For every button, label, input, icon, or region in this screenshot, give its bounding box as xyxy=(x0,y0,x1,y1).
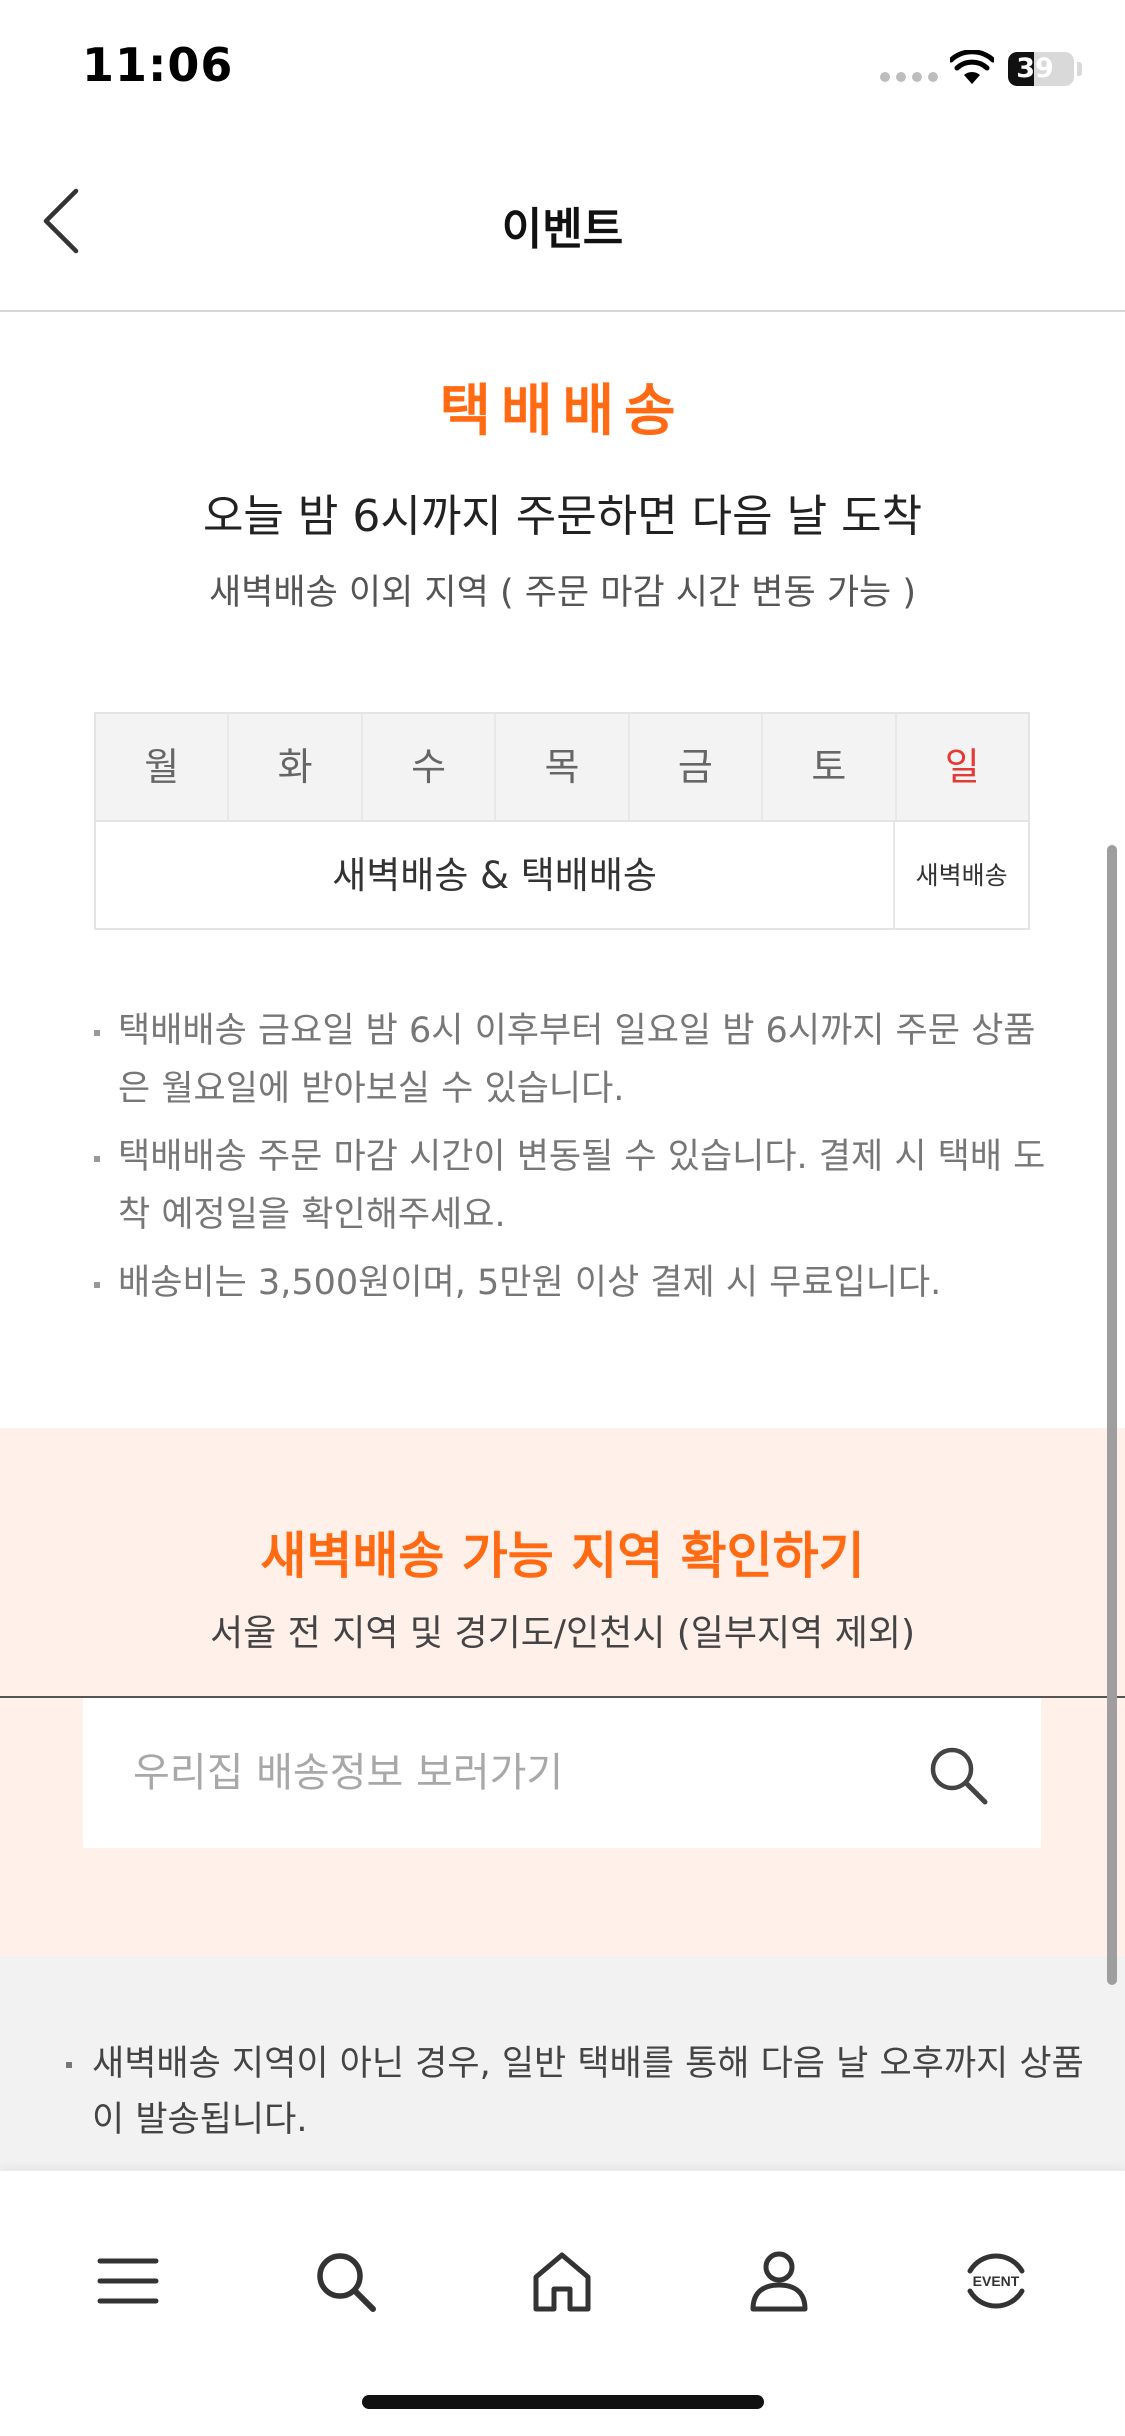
screen: 11:06 39 이벤트 택배배송 오늘 밤 6시까지 주문하면 다음 날 도착… xyxy=(0,0,1125,2436)
day-thu: 목 xyxy=(496,714,630,820)
user-icon xyxy=(750,2251,808,2312)
scrollbar[interactable] xyxy=(1107,845,1117,1985)
tab-event[interactable]: EVENT xyxy=(936,2221,1056,2341)
tab-search[interactable] xyxy=(285,2221,405,2341)
parcel-subline: 새벽배송 이외 지역 ( 주문 마감 시간 변동 가능 ) xyxy=(208,573,917,613)
delivery-area-search[interactable]: 우리집 배송정보 보러가기 xyxy=(83,1698,1041,1848)
home-icon xyxy=(533,2252,591,2312)
parcel-badge-wrap: 택배배송 xyxy=(0,366,1125,447)
dawn-delivery-section: 새벽배송 가능 지역 확인하기 서울 전 지역 및 경기도/인천시 (일부지역 … xyxy=(0,1428,1125,1956)
battery-tip xyxy=(1077,62,1082,76)
dawn-delivery-title: 새벽배송 가능 지역 확인하기 xyxy=(260,1527,865,1585)
search-icon[interactable] xyxy=(925,1742,989,1806)
status-time: 11:06 xyxy=(82,38,234,92)
event-icon-label: EVENT xyxy=(973,2273,1020,2289)
battery-level-text: 39 xyxy=(1016,53,1054,84)
dawn-delivery-subtitle: 서울 전 지역 및 경기도/인천시 (일부지역 제외) xyxy=(209,1613,916,1654)
page-title: 이벤트 xyxy=(501,204,624,255)
parcel-headline: 오늘 밤 6시까지 주문하면 다음 날 도착 xyxy=(202,491,923,542)
day-sun: 일 xyxy=(944,745,980,789)
home-indicator xyxy=(362,2395,764,2409)
sunday-delivery-type: 새벽배송 xyxy=(915,861,1008,890)
day-tue: 화 xyxy=(229,714,363,820)
parcel-notes: 택배배송 금요일 밤 6시 이후부터 일요일 밤 6시까지 주문 상품은 월요일… xyxy=(92,1002,1052,1322)
search-placeholder: 우리집 배송정보 보러가기 xyxy=(133,1750,564,1796)
day-fri: 금 xyxy=(630,714,764,820)
bottom-note: 새벽배송 지역이 아닌 경우, 일반 택배를 통해 다음 날 오후까지 상품이 … xyxy=(64,2036,1092,2148)
bottom-note-section: 새벽배송 지역이 아닌 경우, 일반 택배를 통해 다음 날 오후까지 상품이 … xyxy=(0,1956,1125,2176)
note-item: 택배배송 금요일 밤 6시 이후부터 일요일 밤 6시까지 주문 상품은 월요일… xyxy=(92,1002,1052,1118)
tab-home[interactable] xyxy=(502,2221,622,2341)
tab-my-account[interactable] xyxy=(719,2221,839,2341)
day-sat: 토 xyxy=(763,714,897,820)
bottom-tab-bar: EVENT xyxy=(0,2170,1125,2436)
tab-menu[interactable] xyxy=(68,2221,188,2341)
day-mon: 월 xyxy=(96,714,230,820)
event-icon: EVENT xyxy=(967,2253,1025,2309)
navigation-header: 이벤트 xyxy=(0,135,1125,312)
delivery-schedule-table: 월 화 수 목 금 토 일 새벽배송 & 택배배송 새벽배송 xyxy=(94,712,1030,930)
note-item: 택배배송 주문 마감 시간이 변동될 수 있습니다. 결제 시 택배 도착 예정… xyxy=(92,1128,1052,1244)
day-wed: 수 xyxy=(363,714,497,820)
day-row: 월 화 수 목 금 토 일 xyxy=(96,714,1028,822)
weekday-delivery-type: 새벽배송 & 택배배송 xyxy=(96,822,896,930)
parcel-delivery-badge: 택배배송 xyxy=(429,366,696,447)
status-bar: 11:06 39 xyxy=(0,0,1125,135)
battery-icon: 39 xyxy=(1008,52,1074,86)
wifi-icon xyxy=(950,50,994,84)
search-icon xyxy=(317,2253,376,2312)
note-item: 배송비는 3,500원이며, 5만원 이상 결제 시 무료입니다. xyxy=(92,1254,1052,1312)
delivery-type-row: 새벽배송 & 택배배송 새벽배송 xyxy=(96,822,1028,930)
cellular-signal-icon xyxy=(880,72,938,82)
menu-icon xyxy=(97,2258,159,2304)
